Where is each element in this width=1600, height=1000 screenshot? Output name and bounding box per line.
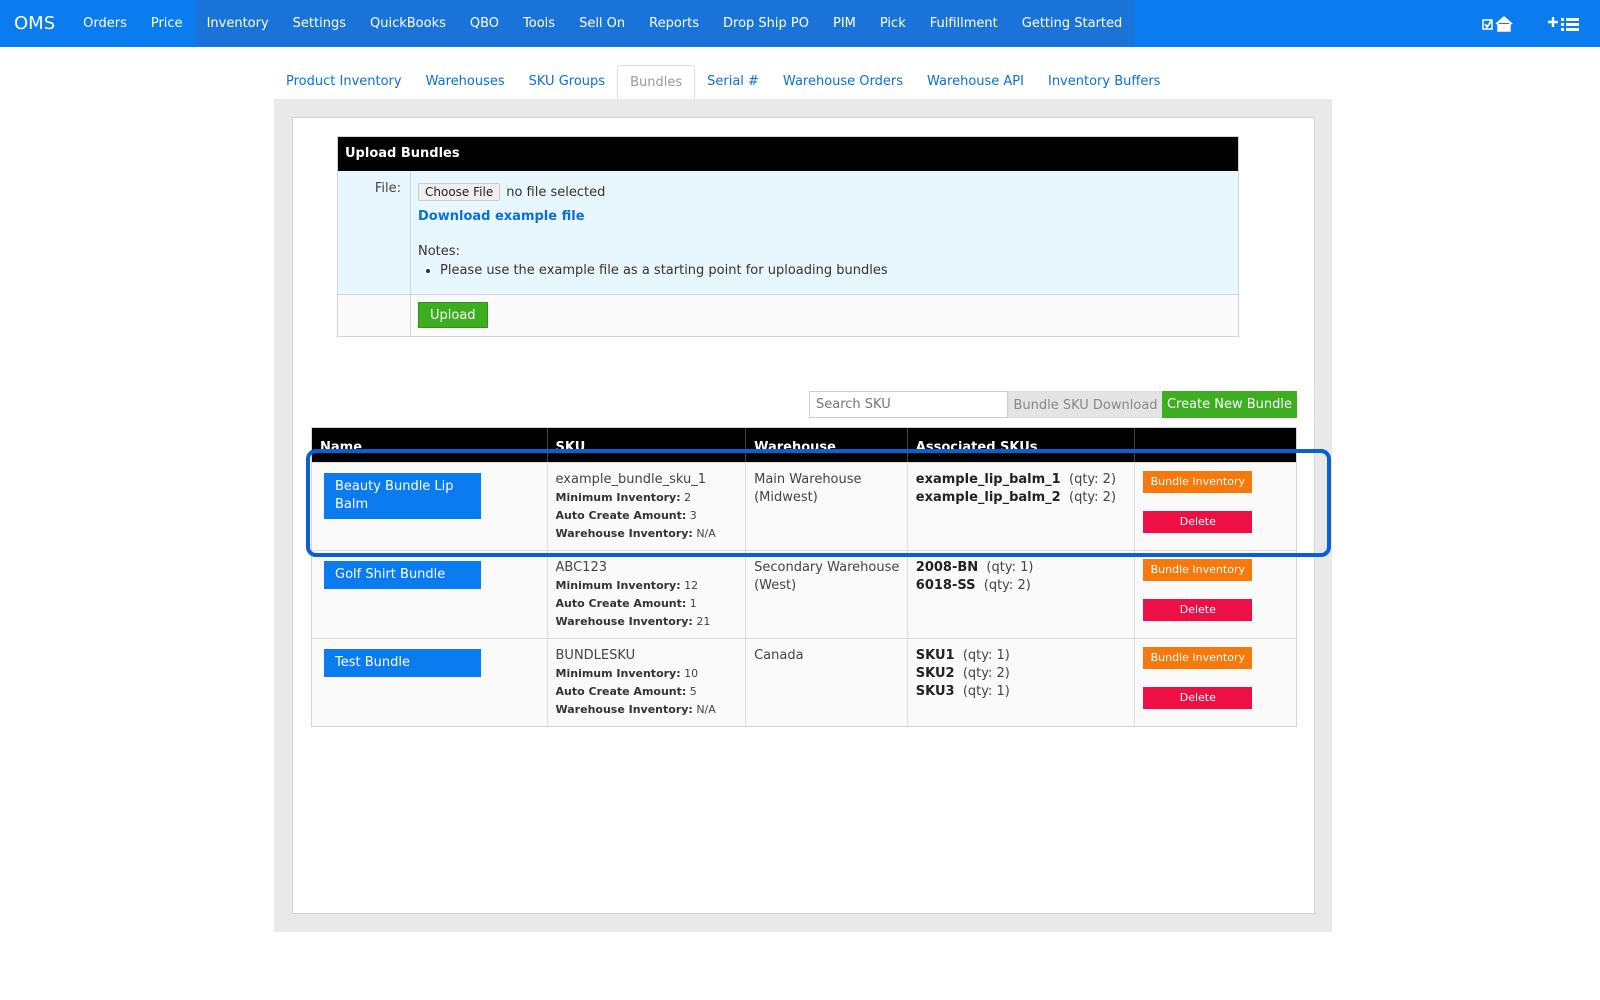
notes: Notes: Please use the example file as a … <box>418 244 888 278</box>
associated-sku: SKU1 <box>915 648 955 663</box>
warehouse-inventory-label: Warehouse Inventory: <box>555 615 693 628</box>
top-nav: OMS Orders Price Inventory Settings Quic… <box>0 0 1600 47</box>
nav-price[interactable]: Price <box>139 0 195 47</box>
min-inventory-label: Minimum Inventory: <box>555 491 681 504</box>
nav-tools[interactable]: Tools <box>511 0 568 47</box>
tab-sku-groups[interactable]: SKU Groups <box>517 65 617 99</box>
bundle-name-button[interactable]: Test Bundle <box>324 649 481 677</box>
warehouse-inventory-value: N/A <box>696 527 716 540</box>
nav-fulfillment[interactable]: Fulfillment <box>917 0 1010 47</box>
warehouse-inventory-label: Warehouse Inventory: <box>555 703 693 716</box>
auto-create-label: Auto Create Amount: <box>555 685 687 698</box>
download-example-link[interactable]: Download example file <box>418 209 888 224</box>
add-list-icon[interactable] <box>1548 16 1580 32</box>
auto-create-label: Auto Create Amount: <box>555 509 687 522</box>
bundle-sku: example_bundle_sku_1 <box>555 472 706 487</box>
search-sku-input[interactable] <box>809 391 1008 418</box>
associated-qty: (qty: 1) <box>986 560 1034 575</box>
associated-sku: example_lip_balm_2 <box>915 490 1061 505</box>
table-row: Golf Shirt Bundle ABC123 Minimum Invento… <box>312 550 1296 638</box>
table-row: Test Bundle BUNDLESKU Minimum Inventory:… <box>312 638 1296 726</box>
bundle-inventory-button[interactable]: Bundle Inventory <box>1143 559 1253 581</box>
header-warehouse: Warehouse <box>746 428 908 462</box>
associated-qty: (qty: 1) <box>962 648 1010 663</box>
bundle-sku: ABC123 <box>555 560 607 575</box>
bundle-warehouse: Secondary Warehouse (West) <box>754 560 900 593</box>
bundle-warehouse: Canada <box>754 648 804 663</box>
delete-button[interactable]: Delete <box>1143 687 1253 709</box>
min-inventory-value: 12 <box>684 579 699 592</box>
tab-serial[interactable]: Serial # <box>695 65 771 99</box>
file-status: no file selected <box>506 184 606 200</box>
associated-qty: (qty: 2) <box>983 578 1031 593</box>
table-header: Name SKU Warehouse Associated SKUs <box>312 428 1296 462</box>
brand-logo[interactable]: OMS <box>0 0 71 47</box>
header-associated-skus: Associated SKUs <box>908 428 1136 462</box>
associated-qty: (qty: 2) <box>1069 490 1117 505</box>
nav-sell-on[interactable]: Sell On <box>567 0 638 47</box>
delete-button[interactable]: Delete <box>1143 511 1253 533</box>
note-item: Please use the example file as a startin… <box>440 263 888 278</box>
nav-right-icons <box>1482 0 1580 47</box>
bundle-name-button[interactable]: Beauty Bundle Lip Balm <box>324 473 481 519</box>
associated-qty: (qty: 2) <box>1069 472 1117 487</box>
header-actions <box>1135 428 1296 462</box>
bundle-sku-download-button[interactable]: Bundle SKU Download <box>1008 391 1163 418</box>
bundle-name-button[interactable]: Golf Shirt Bundle <box>324 561 481 589</box>
associated-sku: 2008-BN <box>915 560 979 575</box>
create-new-bundle-button[interactable]: Create New Bundle <box>1162 391 1297 418</box>
associated-sku: 6018-SS <box>915 578 976 593</box>
home-icon[interactable] <box>1482 15 1516 32</box>
auto-create-value: 3 <box>689 509 697 522</box>
nav-quickbooks[interactable]: QuickBooks <box>357 0 458 47</box>
tab-inventory-buffers[interactable]: Inventory Buffers <box>1036 65 1172 99</box>
bundle-warehouse: Main Warehouse (Midwest) <box>754 472 862 505</box>
bundle-sku: BUNDLESKU <box>555 648 636 663</box>
tab-bundles[interactable]: Bundles <box>617 65 696 100</box>
associated-qty: (qty: 1) <box>962 684 1010 699</box>
nav-drop-ship-po[interactable]: Drop Ship PO <box>711 0 821 47</box>
nav-reports[interactable]: Reports <box>637 0 712 47</box>
tab-product-inventory[interactable]: Product Inventory <box>274 65 414 99</box>
tab-warehouse-orders[interactable]: Warehouse Orders <box>771 65 915 99</box>
bundle-inventory-button[interactable]: Bundle Inventory <box>1143 647 1253 669</box>
auto-create-label: Auto Create Amount: <box>555 597 687 610</box>
associated-sku: example_lip_balm_1 <box>915 472 1061 487</box>
notes-label: Notes: <box>418 244 460 259</box>
nav-pick[interactable]: Pick <box>867 0 918 47</box>
warehouse-inventory-value: N/A <box>696 703 716 716</box>
header-sku: SKU <box>548 428 747 462</box>
min-inventory-value: 10 <box>684 667 699 680</box>
table-row: Beauty Bundle Lip Balm example_bundle_sk… <box>312 462 1296 550</box>
nav-pim[interactable]: PIM <box>820 0 868 47</box>
auto-create-value: 5 <box>689 685 697 698</box>
associated-sku: SKU3 <box>915 684 955 699</box>
warehouse-inventory-value: 21 <box>696 615 711 628</box>
associated-sku: SKU2 <box>915 666 955 681</box>
delete-button[interactable]: Delete <box>1143 599 1253 621</box>
associated-qty: (qty: 2) <box>962 666 1010 681</box>
upload-panel-title: Upload Bundles <box>338 137 1238 171</box>
upload-button[interactable]: Upload <box>418 302 488 328</box>
choose-file-button[interactable]: Choose File <box>418 183 501 201</box>
tab-warehouses[interactable]: Warehouses <box>414 65 517 99</box>
header-name: Name <box>312 428 548 462</box>
auto-create-value: 1 <box>689 597 697 610</box>
tab-warehouse-api[interactable]: Warehouse API <box>915 65 1036 99</box>
check-home-icon <box>1482 15 1513 32</box>
nav-orders[interactable]: Orders <box>71 0 139 47</box>
bundle-inventory-button[interactable]: Bundle Inventory <box>1143 471 1253 493</box>
upload-bundles-panel: Upload Bundles File: Choose File no file… <box>337 136 1239 337</box>
nav-qbo[interactable]: QBO <box>457 0 512 47</box>
nav-settings[interactable]: Settings <box>280 0 358 47</box>
bundles-table: Name SKU Warehouse Associated SKUs Beaut… <box>311 427 1297 727</box>
min-inventory-label: Minimum Inventory: <box>555 667 681 680</box>
warehouse-inventory-label: Warehouse Inventory: <box>555 527 693 540</box>
nav-inventory[interactable]: Inventory <box>194 0 281 47</box>
nav-getting-started[interactable]: Getting Started <box>1009 0 1135 47</box>
file-label: File: <box>338 171 411 294</box>
min-inventory-label: Minimum Inventory: <box>555 579 681 592</box>
inventory-subtabs: Product Inventory Warehouses SKU Groups … <box>274 65 1172 100</box>
min-inventory-value: 2 <box>684 491 692 504</box>
